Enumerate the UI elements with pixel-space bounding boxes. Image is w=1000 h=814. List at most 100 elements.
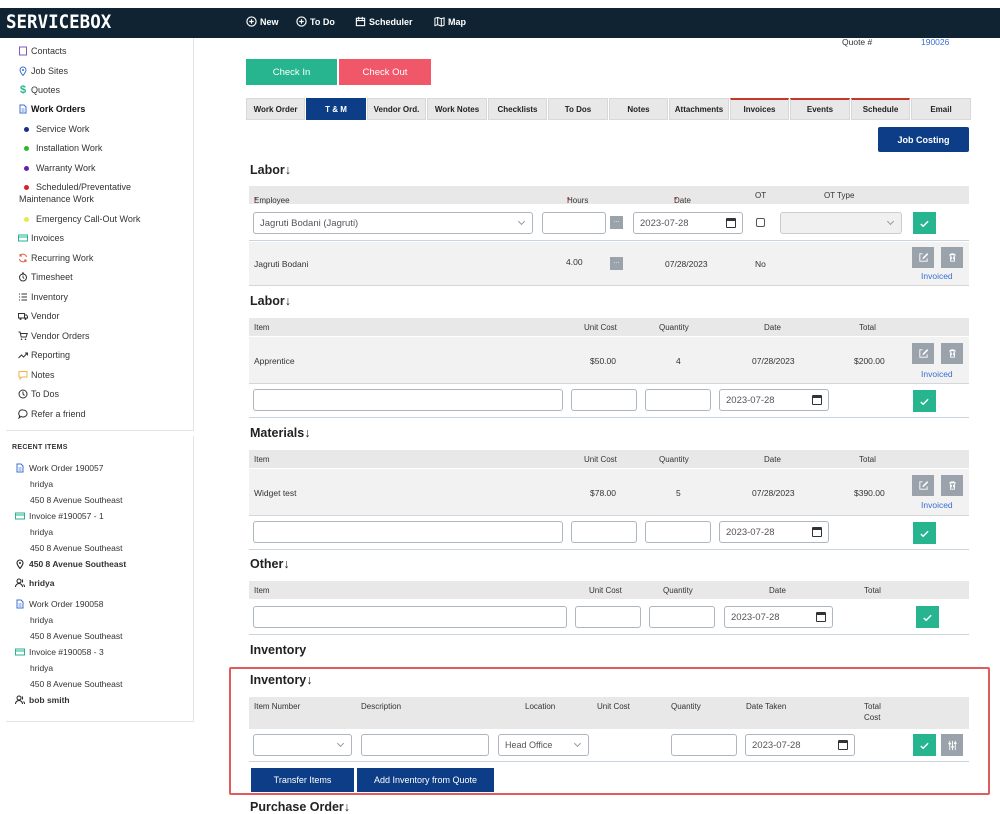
sidebar-item-vendor-orders[interactable]: Vendor Orders (18, 331, 90, 341)
invoiced-link[interactable]: Invoiced (921, 271, 953, 281)
recent-item[interactable]: Work Order 190058 (15, 599, 104, 609)
tab-schedule[interactable]: Schedule (851, 98, 910, 120)
save-other-button[interactable] (916, 606, 939, 628)
adjust-button[interactable] (941, 734, 963, 756)
recent-item[interactable]: Invoice #190058 - 3 (15, 647, 104, 657)
date-input[interactable]: 2023-07-28 (719, 389, 829, 411)
recent-item[interactable]: Invoice #190057 - 1 (15, 511, 104, 521)
edit-button[interactable] (912, 247, 934, 268)
sidebar-item-reporting[interactable]: Reporting (18, 350, 70, 360)
tab-invoices[interactable]: Invoices (730, 98, 789, 120)
recent-item[interactable]: 450 8 Avenue Southeast (15, 559, 126, 569)
sidebar-item-refer[interactable]: Refer a friend (18, 409, 86, 419)
sidebar-item-job-sites[interactable]: Job Sites (18, 66, 68, 76)
arrow-down-icon[interactable]: ↓ (306, 673, 312, 687)
save-inventory-button[interactable] (913, 734, 936, 756)
quantity-input[interactable] (649, 606, 715, 628)
arrow-down-icon[interactable]: ↓ (285, 294, 291, 308)
employee-select[interactable]: Jagruti Bodani (Jagruti) (253, 212, 533, 234)
job-costing-button[interactable]: Job Costing (878, 127, 969, 152)
sidebar-item-inventory[interactable]: Inventory (18, 292, 68, 302)
sidebar-item-timesheet[interactable]: Timesheet (18, 272, 73, 282)
recent-item[interactable]: hridya (15, 578, 55, 588)
nav-map[interactable]: Map (434, 16, 466, 27)
quote-number-link[interactable]: 190026 (921, 37, 949, 47)
tab-events[interactable]: Events (790, 98, 850, 120)
ot-checkbox[interactable] (756, 218, 765, 227)
sidebar-item-contacts[interactable]: Contacts (18, 46, 67, 56)
required-marker: * (567, 196, 571, 205)
add-inventory-from-quote-button[interactable]: Add Inventory from Quote (357, 768, 494, 792)
arrow-down-icon[interactable]: ↓ (304, 426, 310, 440)
date-taken-input[interactable]: 2023-07-28 (745, 734, 855, 756)
arrow-down-icon[interactable]: ↓ (283, 557, 289, 571)
unit-cost-input[interactable] (575, 606, 641, 628)
sidebar-item-work-orders[interactable]: Work Orders (18, 104, 85, 114)
unit-cost-input[interactable] (571, 389, 637, 411)
nav-scheduler[interactable]: Scheduler (355, 16, 413, 27)
sidebar-subitem-scheduled-work[interactable]: Scheduled/Preventative (24, 182, 131, 192)
sidebar-item-notes[interactable]: Notes (18, 370, 55, 380)
item-number-select[interactable] (253, 734, 352, 756)
sidebar-subitem-service-work[interactable]: Service Work (24, 124, 89, 134)
date-input[interactable]: 2023-07-28 (724, 606, 833, 628)
app-logo[interactable]: SERVICEBOX (6, 11, 111, 33)
ellipsis-button[interactable]: ... (610, 257, 623, 270)
transfer-items-button[interactable]: Transfer Items (251, 768, 354, 792)
arrow-down-icon[interactable]: ↓ (285, 163, 291, 177)
delete-button[interactable] (941, 247, 963, 268)
invoiced-link[interactable]: Invoiced (921, 500, 953, 510)
recent-item-sub: 450 8 Avenue Southeast (30, 495, 123, 505)
list-icon (18, 292, 28, 302)
arrow-down-icon[interactable]: ↓ (344, 800, 350, 814)
edit-button[interactable] (912, 475, 934, 496)
item-input[interactable] (253, 606, 567, 628)
check-in-button[interactable]: Check In (246, 59, 337, 85)
date-input[interactable]: 2023-07-28 (633, 212, 743, 234)
tab-todos[interactable]: To Dos (548, 98, 608, 120)
tab-t-and-m[interactable]: T & M (306, 98, 366, 120)
sidebar-item-recurring-work[interactable]: Recurring Work (18, 253, 93, 263)
delete-button[interactable] (941, 475, 963, 496)
location-select[interactable]: Head Office (498, 734, 589, 756)
tab-work-order[interactable]: Work Order (246, 98, 305, 120)
sidebar-item-todos[interactable]: To Dos (18, 389, 59, 399)
item-input[interactable] (253, 389, 563, 411)
recent-item[interactable]: bob smith (15, 695, 70, 705)
tab-attachments[interactable]: Attachments (669, 98, 729, 120)
ellipsis-button[interactable]: ... (610, 216, 623, 229)
item-input[interactable] (253, 521, 563, 543)
sidebar-subitem-warranty-work[interactable]: Warranty Work (24, 163, 96, 173)
delete-button[interactable] (941, 343, 963, 364)
recent-item[interactable]: Work Order 190057 (15, 463, 104, 473)
sidebar-item-vendor[interactable]: Vendor (18, 311, 60, 321)
edit-button[interactable] (912, 343, 934, 364)
hours-input[interactable] (542, 212, 606, 234)
unit-cost-input[interactable] (571, 521, 637, 543)
sidebar-item-quotes[interactable]: $ Quotes (18, 84, 60, 96)
sidebar-subitem-emergency-work[interactable]: Emergency Call-Out Work (24, 214, 140, 224)
save-labor-button[interactable] (913, 212, 936, 234)
sidebar-item-invoices[interactable]: Invoices (18, 233, 64, 243)
tab-checklists[interactable]: Checklists (488, 98, 547, 120)
quantity-input[interactable] (645, 521, 711, 543)
tab-work-notes[interactable]: Work Notes (427, 98, 487, 120)
tab-notes[interactable]: Notes (609, 98, 668, 120)
check-out-button[interactable]: Check Out (339, 59, 431, 85)
nav-new[interactable]: New (246, 16, 279, 27)
save-labor-item-button[interactable] (913, 390, 936, 412)
quantity-input[interactable] (645, 389, 711, 411)
date-input[interactable]: 2023-07-28 (719, 521, 829, 543)
item-cell: Widget test (254, 488, 297, 498)
description-input[interactable] (361, 734, 489, 756)
invoiced-link[interactable]: Invoiced (921, 369, 953, 379)
calendar-icon (838, 740, 848, 750)
nav-todo[interactable]: To Do (296, 16, 335, 27)
ot-type-select[interactable] (780, 212, 902, 234)
quantity-input[interactable] (671, 734, 737, 756)
sidebar-subitem-installation-work[interactable]: Installation Work (24, 143, 102, 153)
save-material-button[interactable] (913, 522, 936, 544)
sidebar-subitem-scheduled-work-line2[interactable]: Maintenance Work (19, 194, 94, 204)
tab-email[interactable]: Email (911, 98, 971, 120)
tab-vendor-ord[interactable]: Vendor Ord. (367, 98, 426, 120)
